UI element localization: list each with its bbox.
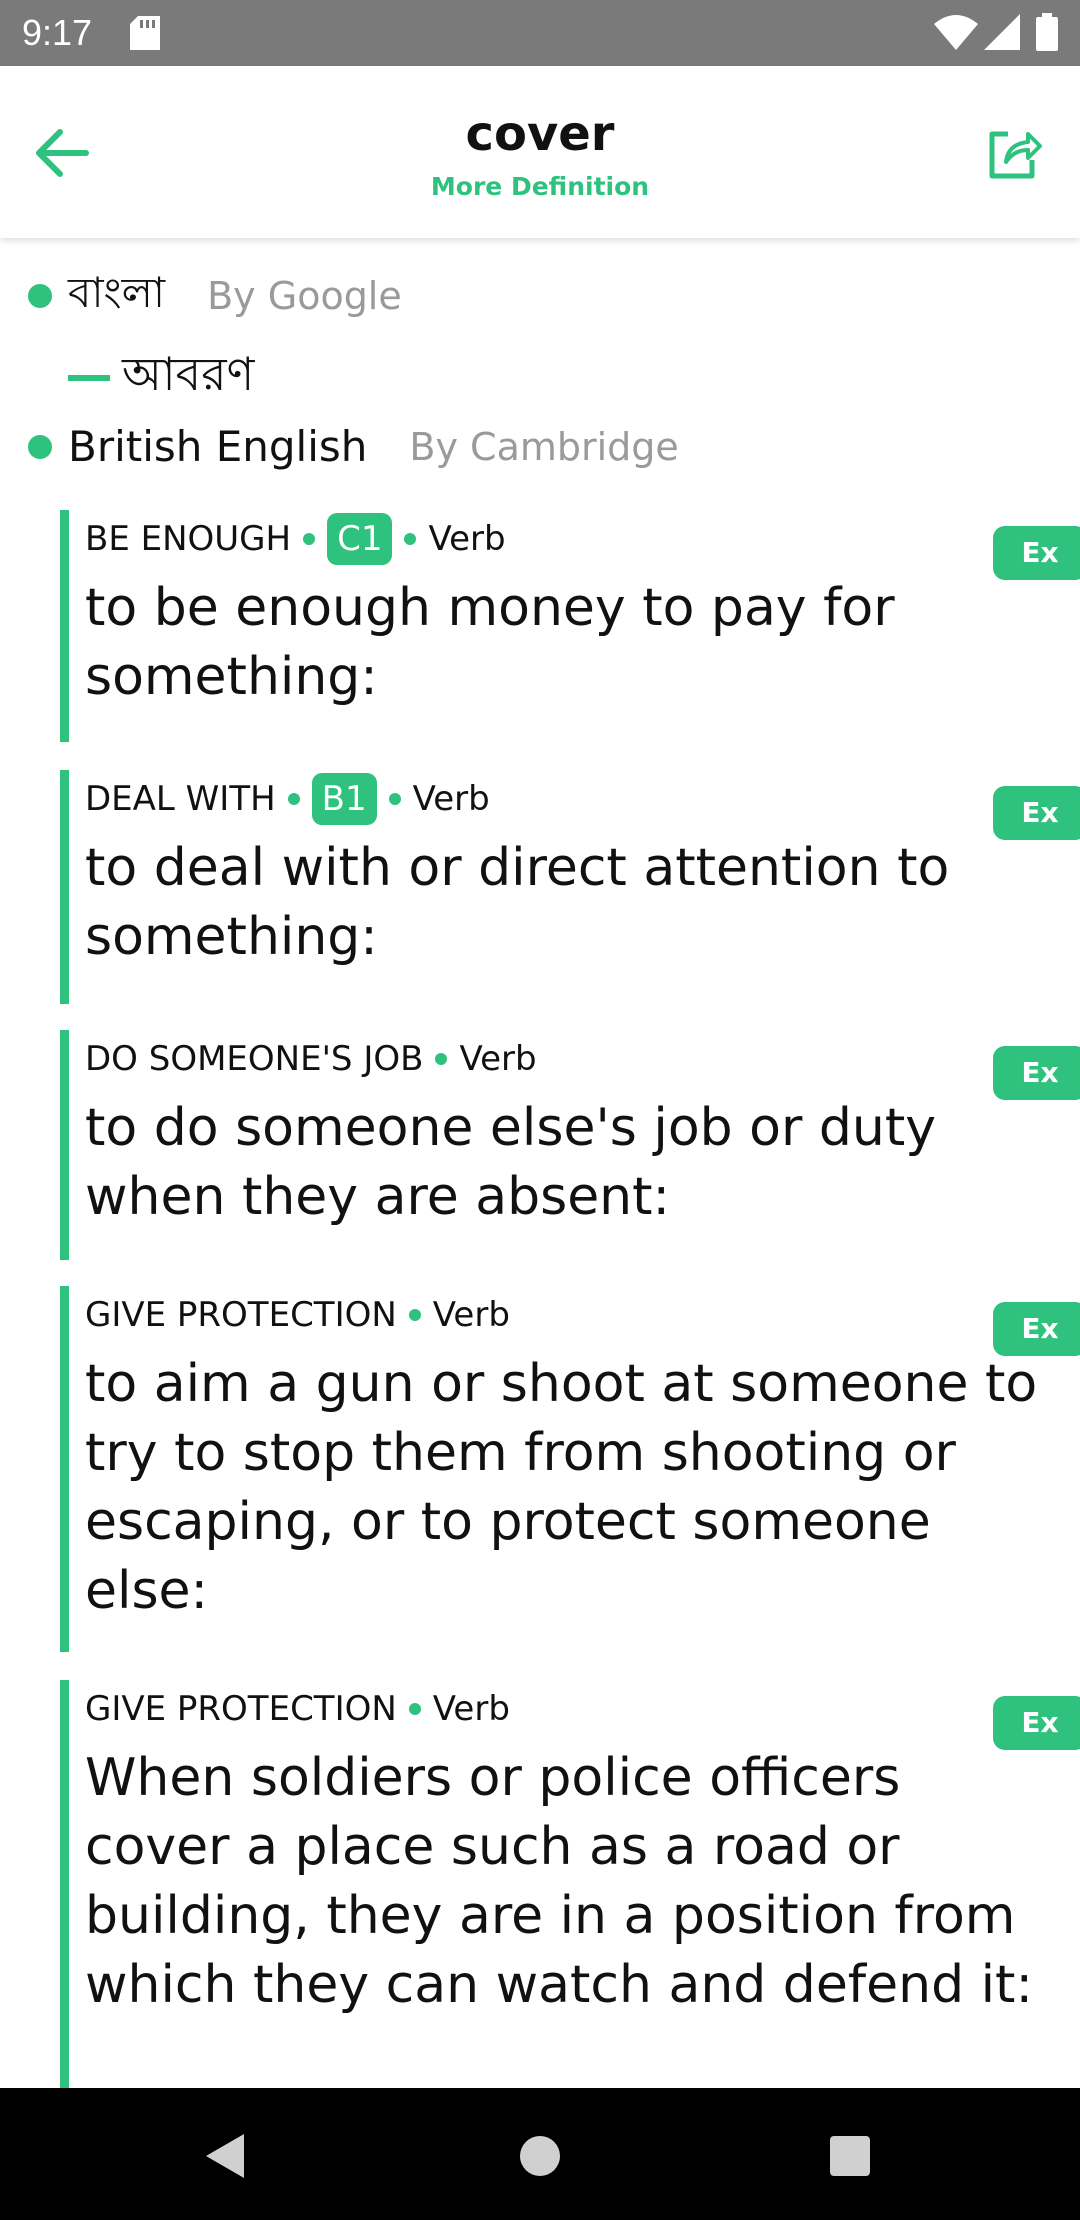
- guide-word: BE ENOUGH: [85, 519, 292, 559]
- language-name: বাংলা: [68, 268, 166, 317]
- part-of-speech: Verb: [432, 1295, 510, 1335]
- language-source: By Google: [207, 273, 402, 318]
- definition-text: When soldiers or police officers cover a…: [85, 1748, 1033, 2015]
- sd-card-icon: [130, 16, 160, 50]
- page-title: cover: [465, 106, 615, 162]
- separator-dot: [435, 1053, 448, 1065]
- guide-word: GIVE PROTECTION: [85, 1689, 397, 1729]
- app-bar: cover More Definition: [0, 66, 1080, 238]
- share-icon: [989, 131, 1042, 179]
- language-source: By Cambridge: [409, 424, 679, 469]
- language-row-bangla: বাংলা By Google: [28, 260, 402, 331]
- nav-recents-icon[interactable]: [828, 2134, 872, 2178]
- separator-dot: [408, 1309, 421, 1321]
- battery-icon: [1036, 13, 1058, 51]
- example-button[interactable]: Ex: [993, 1696, 1080, 1750]
- entry-meta: GIVE PROTECTION Verb: [85, 1680, 1049, 1738]
- definition-text: to aim a gun or shoot at someone to try …: [85, 1354, 1038, 1621]
- separator-dot: [408, 1703, 421, 1715]
- definition-entry: GIVE PROTECTION Verb When soldiers or po…: [60, 1680, 1080, 2088]
- separator-dot: [303, 533, 316, 545]
- part-of-speech: Verb: [459, 1039, 537, 1079]
- level-badge: B1: [311, 773, 377, 825]
- definition-text: to do someone else's job or duty when th…: [85, 1098, 937, 1227]
- entry-meta: GIVE PROTECTION Verb: [85, 1286, 1049, 1344]
- bullet-dot: [28, 434, 52, 459]
- example-button[interactable]: Ex: [993, 526, 1080, 580]
- part-of-speech: Verb: [428, 519, 506, 559]
- definition-entry: DEAL WITH B1 Verb to deal with or direct…: [60, 770, 1080, 1004]
- wifi-icon: [934, 15, 978, 50]
- entry-meta: BE ENOUGH C1 Verb: [85, 510, 1049, 568]
- translation-dash: [68, 375, 110, 381]
- entry-meta: DEAL WITH B1 Verb: [85, 770, 1049, 828]
- guide-word: GIVE PROTECTION: [85, 1295, 397, 1335]
- example-button[interactable]: Ex: [993, 1046, 1080, 1100]
- language-row-british: British English By Cambridge: [28, 422, 679, 471]
- separator-dot: [287, 793, 300, 805]
- definition-text: to be enough money to pay for something:: [85, 578, 895, 707]
- definition-entry: BE ENOUGH C1 Verb to be enough money to …: [60, 510, 1080, 742]
- bullet-dot: [28, 283, 52, 308]
- example-button[interactable]: Ex: [993, 1302, 1080, 1356]
- status-time: 9:17: [22, 12, 93, 53]
- language-name: British English: [68, 422, 368, 471]
- nav-home-icon[interactable]: [518, 2134, 562, 2178]
- separator-dot: [404, 533, 417, 545]
- definition-entry: DO SOMEONE'S JOB Verb to do someone else…: [60, 1030, 1080, 1260]
- entry-meta: DO SOMEONE'S JOB Verb: [85, 1030, 1049, 1088]
- example-button[interactable]: Ex: [993, 786, 1080, 840]
- part-of-speech: Verb: [412, 779, 490, 819]
- system-nav-bar: [0, 2088, 1080, 2220]
- signal-icon: [984, 14, 1020, 50]
- status-bar: 9:17: [0, 0, 1080, 66]
- separator-dot: [388, 793, 401, 805]
- share-button[interactable]: [982, 122, 1044, 184]
- part-of-speech: Verb: [432, 1689, 510, 1729]
- translation-row: আবরণ: [68, 340, 254, 416]
- definition-text: to deal with or direct attention to some…: [85, 838, 950, 967]
- more-definition-link[interactable]: More Definition: [0, 170, 1080, 204]
- guide-word: DO SOMEONE'S JOB: [85, 1039, 424, 1079]
- definition-content[interactable]: বাংলা By Google আবরণ British English By …: [0, 240, 1080, 2088]
- nav-back-icon[interactable]: [204, 2132, 248, 2180]
- translation-text: আবরণ: [122, 347, 255, 401]
- definition-entry: GIVE PROTECTION Verb to aim a gun or sho…: [60, 1286, 1080, 1652]
- level-badge: C1: [327, 513, 393, 565]
- guide-word: DEAL WITH: [85, 779, 276, 819]
